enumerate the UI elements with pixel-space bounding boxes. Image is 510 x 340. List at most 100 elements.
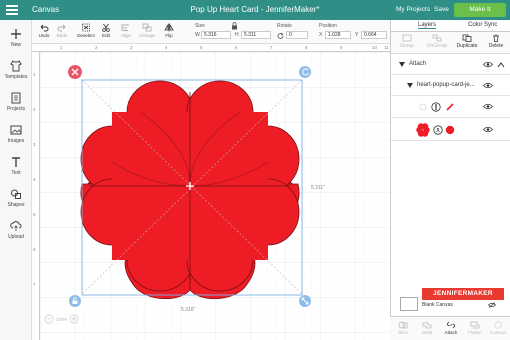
flatten-button[interactable]: Flatten [463, 321, 487, 335]
width-dimension: 5.316" [181, 307, 196, 313]
y-position-field[interactable]: 0.664 [361, 31, 387, 39]
deselect-button[interactable]: Deselect [76, 23, 96, 38]
lock-handle[interactable] [69, 295, 81, 307]
sidebar-item-images[interactable]: Images [0, 124, 32, 144]
lock-icon[interactable] [231, 22, 238, 30]
plus-icon [11, 29, 21, 39]
eye-icon[interactable] [483, 61, 493, 68]
redo-button[interactable]: Redo [54, 23, 70, 38]
scissors-icon [102, 23, 110, 32]
contour-button[interactable]: Contour [486, 321, 510, 335]
layer-group-row[interactable]: heart-popup-card-je... [391, 76, 510, 96]
scoring-tool-icon[interactable] [431, 102, 441, 112]
sidebar-item-upload[interactable]: Upload [0, 220, 32, 240]
arrange-label: Arrange [138, 33, 155, 38]
flip-label: Flip [165, 33, 173, 38]
image-icon [10, 125, 22, 135]
delete-button[interactable]: Delete [482, 34, 510, 49]
chevron-up-icon[interactable] [497, 61, 505, 69]
lock-icon [72, 300, 78, 304]
layer-actions: Group UnGroup Duplicate Delete [391, 32, 510, 54]
duplicate-label: Duplicate [456, 43, 478, 49]
edit-button[interactable]: Edit [99, 23, 113, 38]
x-position-field[interactable]: 1.028 [325, 31, 351, 39]
ruler-tick-label: 5 [33, 212, 36, 217]
align-button[interactable]: Align [118, 23, 134, 38]
sidebar-item-shapes[interactable]: Shapes [0, 188, 32, 208]
group-button[interactable]: Group [393, 34, 421, 49]
flatten-label: Flatten [468, 330, 482, 335]
edit-label: Edit [102, 33, 110, 38]
cut-tool-icon[interactable] [433, 125, 443, 135]
slice-button[interactable]: Slice [391, 321, 415, 335]
ruler-tick-label: 2 [33, 107, 36, 112]
ungroup-icon [432, 34, 442, 42]
weld-icon [422, 322, 432, 329]
my-projects-link[interactable]: My Projects [396, 6, 430, 13]
layer-row-score[interactable] [391, 97, 510, 118]
ruler-tick-label: 7 [270, 45, 273, 50]
eye-icon[interactable] [483, 82, 493, 89]
align-label: Align [120, 33, 131, 38]
eye-icon[interactable] [483, 103, 493, 110]
rotate-handle[interactable] [299, 66, 311, 78]
sidebar-item-label: Images [7, 138, 25, 144]
ruler-tick-label: 1 [60, 45, 63, 50]
duplicate-button[interactable]: Duplicate [453, 34, 481, 49]
delete-label: Delete [488, 43, 504, 49]
arrange-button[interactable]: Arrange [136, 23, 158, 38]
top-ruler: 1 2 3 4 5 6 7 8 9 10 11 [32, 44, 390, 52]
ruler-tick-label: 10 [372, 45, 378, 50]
height-field[interactable]: 5.311 [241, 31, 271, 39]
rotate-field[interactable]: 0 [286, 31, 308, 39]
ruler-tick-label: 7 [33, 282, 36, 287]
ungroup-button[interactable]: UnGroup [423, 34, 451, 49]
color-swatch[interactable] [445, 125, 455, 135]
undo-button[interactable]: Undo [36, 23, 52, 38]
sidebar-item-projects[interactable]: Projects [0, 92, 32, 112]
shapes-icon [11, 189, 21, 199]
eye-icon[interactable] [483, 126, 493, 133]
sidebar-item-templates[interactable]: Templates [0, 60, 32, 80]
hide-eye-icon[interactable] [488, 302, 496, 308]
flatten-icon [470, 321, 480, 329]
attach-label: Attach [409, 61, 427, 67]
attach-group-row[interactable]: Attach [391, 55, 510, 75]
slice-label: Slice [398, 330, 408, 335]
sidebar-item-text[interactable]: Text [0, 156, 32, 176]
resize-handle[interactable] [299, 295, 311, 307]
detach-button[interactable]: Attach [439, 321, 463, 335]
height-dimension: 5.311" [311, 185, 325, 191]
pen-icon [446, 103, 454, 111]
sidebar-item-new[interactable]: New [0, 28, 32, 48]
sidebar-item-label: Templates [4, 74, 28, 80]
flip-button[interactable]: Flip [162, 23, 176, 38]
blank-canvas-swatch[interactable] [400, 297, 418, 311]
edit-toolbar: Undo Redo Deselect Edit Align Arrange Fl… [32, 20, 390, 44]
duplicate-icon [462, 34, 472, 42]
make-it-button[interactable]: Make It [454, 3, 506, 17]
ruler-tick-label: 4 [165, 45, 168, 50]
save-link[interactable]: Save [434, 6, 449, 13]
detach-label: Attach [444, 330, 458, 335]
width-field[interactable]: 5.316 [201, 31, 231, 39]
score-line-icon [419, 103, 427, 111]
y-letter: Y [355, 32, 359, 38]
top-bar: Canvas Pop Up Heart Card - JenniferMaker… [0, 0, 510, 20]
projects-icon [11, 92, 21, 104]
layer-row-shape[interactable] [391, 119, 510, 141]
chevron-down-icon[interactable] [407, 83, 413, 88]
undo-label: Undo [38, 33, 50, 38]
ruler-tick-label: 2 [95, 45, 98, 50]
design-canvas[interactable]: 5.311" 5.316" 100% [40, 52, 390, 340]
zoom-level: 100% [56, 317, 68, 322]
tab-color-sync[interactable]: Color Sync [468, 22, 497, 28]
ruler-tick-label: 5 [200, 45, 203, 50]
tab-layers[interactable]: Layers [418, 22, 437, 29]
weld-button[interactable]: Weld [415, 321, 439, 335]
upload-icon [10, 221, 22, 231]
delete-handle[interactable] [68, 65, 82, 79]
align-icon [121, 24, 129, 31]
sidebar-item-label: New [10, 42, 21, 48]
chevron-down-icon[interactable] [399, 62, 405, 67]
